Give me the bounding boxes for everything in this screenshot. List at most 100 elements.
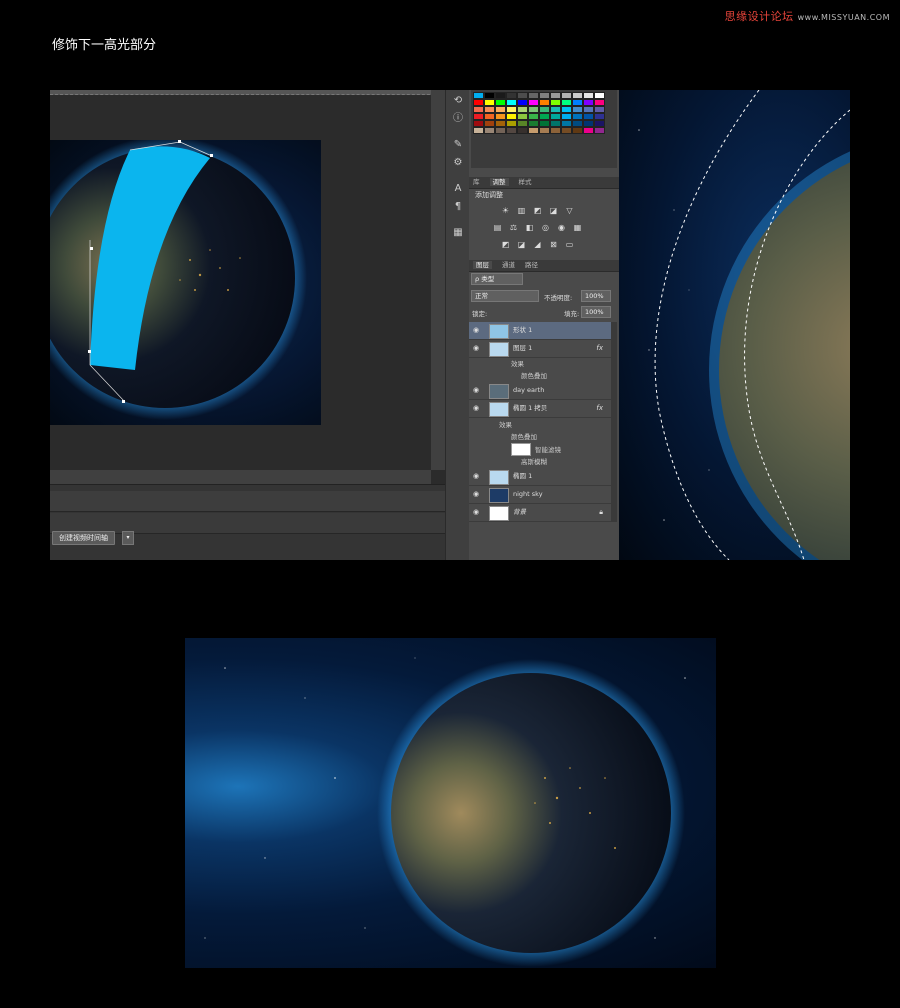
layer-fx-badge[interactable]: fx bbox=[596, 400, 603, 417]
visibility-eye-icon[interactable]: ◉ bbox=[473, 486, 479, 503]
visibility-eye-icon[interactable]: ◉ bbox=[473, 382, 479, 399]
color-swatch[interactable] bbox=[473, 127, 484, 134]
visibility-eye-icon[interactable]: ◉ bbox=[473, 322, 479, 339]
smart-filters-label[interactable]: 智能滤镜 bbox=[535, 444, 561, 454]
color-swatch[interactable] bbox=[506, 92, 517, 99]
layer-row-ellipse-1-copy[interactable]: ◉ 椭圆 1 拷贝 fx bbox=[469, 400, 611, 418]
color-swatch[interactable] bbox=[495, 113, 506, 120]
tab-adjustments[interactable]: 调整 bbox=[489, 178, 509, 186]
color-swatch[interactable] bbox=[528, 92, 539, 99]
invert-icon[interactable]: ◩ bbox=[501, 240, 510, 249]
tab-channels[interactable]: 通道 bbox=[502, 261, 515, 269]
character-icon[interactable]: A bbox=[450, 182, 466, 196]
color-swatch[interactable] bbox=[473, 99, 484, 106]
blend-mode-select[interactable]: 正常 bbox=[471, 290, 539, 302]
tab-library[interactable]: 库 bbox=[473, 178, 480, 186]
color-swatch[interactable] bbox=[506, 120, 517, 127]
color-swatch[interactable] bbox=[561, 113, 572, 120]
timeline-mode-dropdown[interactable]: ▾ bbox=[122, 531, 134, 545]
levels-icon[interactable]: ▥ bbox=[517, 206, 526, 215]
gradient-map-icon[interactable]: ▭ bbox=[565, 240, 574, 249]
color-swatch[interactable] bbox=[473, 120, 484, 127]
color-swatch[interactable] bbox=[528, 106, 539, 113]
layer-row-shape-1[interactable]: ◉ 形状 1 bbox=[469, 322, 611, 340]
color-swatch[interactable] bbox=[572, 113, 583, 120]
color-swatch[interactable] bbox=[550, 127, 561, 134]
color-swatch[interactable] bbox=[517, 127, 528, 134]
visibility-eye-icon[interactable]: ◉ bbox=[473, 468, 479, 485]
color-swatch[interactable] bbox=[572, 92, 583, 99]
color-swatch[interactable] bbox=[561, 92, 572, 99]
color-swatch[interactable] bbox=[484, 106, 495, 113]
tab-styles[interactable]: 样式 bbox=[519, 178, 532, 186]
color-swatch[interactable] bbox=[495, 120, 506, 127]
color-swatch[interactable] bbox=[594, 120, 605, 127]
color-swatch[interactable] bbox=[506, 113, 517, 120]
color-swatch[interactable] bbox=[473, 113, 484, 120]
color-swatch[interactable] bbox=[517, 92, 528, 99]
color-swatch[interactable] bbox=[495, 127, 506, 134]
color-swatch[interactable] bbox=[506, 106, 517, 113]
color-swatch[interactable] bbox=[528, 99, 539, 106]
color-swatch[interactable] bbox=[572, 120, 583, 127]
tab-paths[interactable]: 路径 bbox=[525, 261, 538, 269]
color-swatch[interactable] bbox=[539, 99, 550, 106]
color-swatch[interactable] bbox=[528, 127, 539, 134]
canvas-horizontal-scrollbar[interactable] bbox=[50, 470, 431, 484]
color-swatch[interactable] bbox=[550, 92, 561, 99]
fill-input[interactable]: 100% bbox=[581, 306, 611, 318]
layer-filter-dropdown[interactable]: ρ 类型 bbox=[471, 273, 523, 285]
color-swatch[interactable] bbox=[506, 127, 517, 134]
color-balance-icon[interactable]: ⚖ bbox=[509, 223, 518, 232]
brush-tool-icon[interactable]: ✎ bbox=[450, 138, 466, 152]
color-swatch[interactable] bbox=[528, 113, 539, 120]
adjust-sliders-icon[interactable]: ⚙ bbox=[450, 156, 466, 170]
posterize-icon[interactable]: ◪ bbox=[517, 240, 526, 249]
color-swatch[interactable] bbox=[473, 92, 484, 99]
layer-fx-badge[interactable]: fx bbox=[596, 340, 603, 357]
visibility-eye-icon[interactable]: ◉ bbox=[473, 400, 479, 417]
layer-effect-color-overlay[interactable]: 颜色叠加 bbox=[521, 370, 547, 380]
color-swatch[interactable] bbox=[550, 120, 561, 127]
color-swatch[interactable] bbox=[539, 127, 550, 134]
threshold-icon[interactable]: ◢ bbox=[533, 240, 542, 249]
color-swatch[interactable] bbox=[561, 127, 572, 134]
color-swatch[interactable] bbox=[583, 113, 594, 120]
color-swatch[interactable] bbox=[528, 120, 539, 127]
photo-filter-icon[interactable]: ◎ bbox=[541, 223, 550, 232]
color-swatch[interactable] bbox=[583, 120, 594, 127]
color-swatch[interactable] bbox=[484, 127, 495, 134]
layer-row-ellipse-1[interactable]: ◉ 椭圆 1 bbox=[469, 468, 611, 486]
swatch-grid[interactable] bbox=[473, 92, 605, 162]
color-swatch[interactable] bbox=[550, 99, 561, 106]
layer-row-background[interactable]: ◉ 背景 🔒︎ bbox=[469, 504, 611, 522]
hue-sat-icon[interactable]: ▤ bbox=[493, 223, 502, 232]
color-swatch[interactable] bbox=[561, 99, 572, 106]
color-swatch[interactable] bbox=[539, 113, 550, 120]
color-swatch[interactable] bbox=[594, 106, 605, 113]
color-swatch[interactable] bbox=[484, 120, 495, 127]
color-lookup-icon[interactable]: ▦ bbox=[573, 223, 582, 232]
color-swatch[interactable] bbox=[583, 99, 594, 106]
color-swatch[interactable] bbox=[539, 106, 550, 113]
color-swatch[interactable] bbox=[484, 92, 495, 99]
info-icon[interactable]: ⓘ bbox=[450, 112, 466, 126]
grid-icon[interactable]: ▦ bbox=[450, 226, 466, 240]
layer-row-layer-1[interactable]: ◉ 图层 1 fx bbox=[469, 340, 611, 358]
layer-row-day-earth[interactable]: ◉ day earth bbox=[469, 382, 611, 400]
color-swatch[interactable] bbox=[561, 106, 572, 113]
color-swatch[interactable] bbox=[484, 113, 495, 120]
opacity-input[interactable]: 100% bbox=[581, 290, 611, 302]
paragraph-icon[interactable]: ¶ bbox=[450, 200, 466, 214]
color-swatch[interactable] bbox=[594, 92, 605, 99]
color-swatch[interactable] bbox=[572, 99, 583, 106]
color-swatch[interactable] bbox=[495, 106, 506, 113]
color-swatch[interactable] bbox=[583, 106, 594, 113]
color-swatch[interactable] bbox=[572, 127, 583, 134]
visibility-eye-icon[interactable]: ◉ bbox=[473, 340, 479, 357]
color-swatch[interactable] bbox=[517, 99, 528, 106]
document-canvas[interactable] bbox=[50, 140, 321, 425]
color-swatch[interactable] bbox=[495, 92, 506, 99]
tab-layers[interactable]: 图层 bbox=[473, 261, 492, 269]
layer-row-night-sky[interactable]: ◉ night sky bbox=[469, 486, 611, 504]
